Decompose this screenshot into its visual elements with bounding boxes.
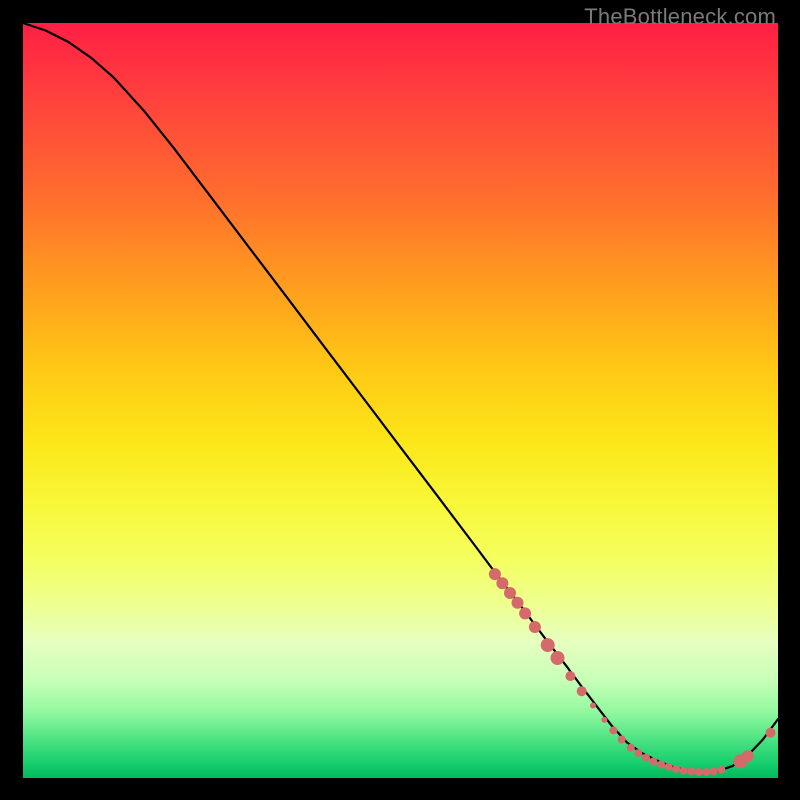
curve-marker <box>601 717 607 723</box>
bottleneck-curve-path <box>23 23 778 772</box>
curve-marker <box>672 765 680 773</box>
curve-marker <box>687 767 695 775</box>
curve-marker <box>742 750 754 762</box>
curve-marker <box>642 754 650 762</box>
curve-marker <box>634 749 642 757</box>
curve-marker <box>717 766 725 774</box>
curve-marker <box>665 763 673 771</box>
curve-marker <box>710 767 718 775</box>
watermark-text: TheBottleneck.com <box>584 4 776 30</box>
curve-marker <box>504 587 516 599</box>
curve-marker <box>590 703 596 709</box>
curve-marker <box>649 757 657 765</box>
curve-marker <box>618 736 626 744</box>
curve-marker <box>695 768 703 776</box>
curve-marker <box>565 671 575 681</box>
chart-frame: TheBottleneck.com <box>0 0 800 800</box>
curve-marker <box>627 744 635 752</box>
curve-marker <box>609 726 617 734</box>
curve-marker <box>551 651 565 665</box>
curve-marker <box>541 638 555 652</box>
curve-marker <box>496 577 508 589</box>
curve-marker <box>702 768 710 776</box>
curve-marker <box>512 597 524 609</box>
curve-marker <box>519 607 531 619</box>
curve-markers <box>489 568 776 776</box>
curve-marker <box>680 767 688 775</box>
curve-marker <box>657 760 665 768</box>
curve-marker <box>766 728 776 738</box>
chart-plot-area <box>23 23 778 778</box>
curve-marker <box>529 621 541 633</box>
bottleneck-curve-svg <box>23 23 778 778</box>
curve-marker <box>577 686 587 696</box>
